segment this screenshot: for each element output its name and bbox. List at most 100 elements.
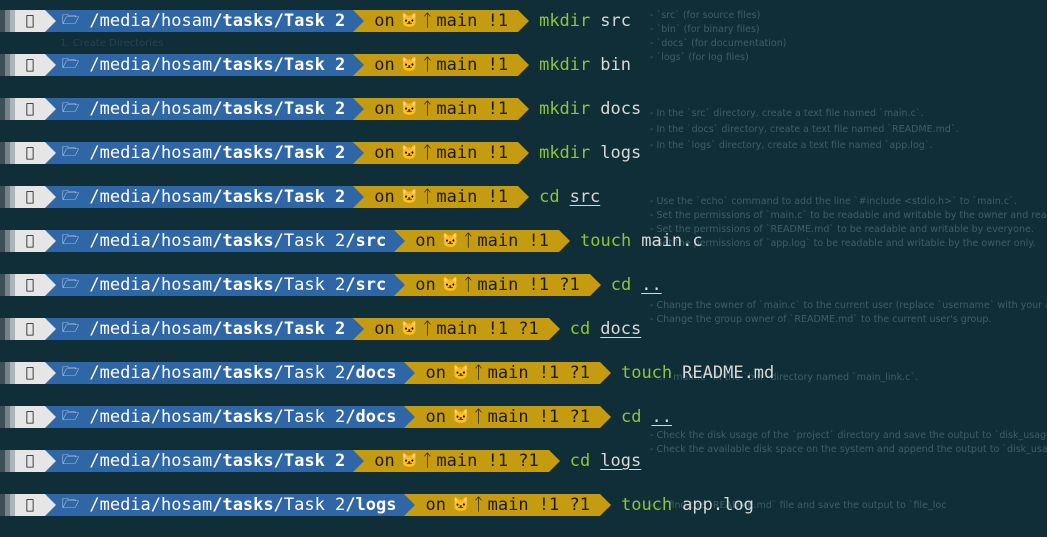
background-note-line: - In the `src` directory, create a text … xyxy=(650,108,924,119)
command-argument: docs xyxy=(600,319,642,339)
git-segment: on 🐱 ᛏ main !1 xyxy=(364,186,519,208)
path-part: /docs xyxy=(345,363,397,383)
path-part: /media xyxy=(89,363,151,383)
github-icon: 🐱 xyxy=(441,233,460,249)
separator-arrow xyxy=(45,186,56,208)
github-icon: 🐱 xyxy=(400,101,419,117)
path-segment: 🗁 /media/hosam/tasks/Task 2 xyxy=(56,318,354,340)
git-prefix: on xyxy=(374,187,395,207)
background-note-line: - Set the permissions of `main.c` to be … xyxy=(650,210,1047,221)
git-status: main !1 xyxy=(436,55,509,75)
separator-arrow xyxy=(518,54,530,76)
separator-arrow xyxy=(548,450,560,472)
command-argument: logs xyxy=(600,451,642,471)
background-note-line: - Check the disk usage of the `project` … xyxy=(650,430,1047,441)
path-part: /Task 2 xyxy=(273,11,346,31)
git-segment: on 🐱 ᛏ main !1 ?1 xyxy=(415,494,600,516)
background-notes: - `src` (for source files) - `bin` (for b… xyxy=(640,0,1047,537)
git-branch-icon: ᛏ xyxy=(422,99,433,119)
git-branch-icon: ᛏ xyxy=(463,275,474,295)
folder-icon: 🗁 xyxy=(62,100,80,116)
folder-icon: 🗁 xyxy=(62,320,80,336)
separator-arrow xyxy=(353,186,365,208)
path-part: /media xyxy=(89,495,151,515)
path-part: /media xyxy=(89,407,151,427)
command-argument: src xyxy=(600,11,631,31)
path-segment: 🗁 /media/hosam/tasks/Task 2/docs xyxy=(56,406,405,428)
git-status: main !1 ?1 xyxy=(487,363,590,383)
command: cd xyxy=(569,451,591,471)
path-part: /hosam xyxy=(150,495,213,515)
path-part: /tasks xyxy=(212,363,274,383)
command: touch xyxy=(620,363,673,383)
folder-icon: 🗁 xyxy=(62,276,80,292)
separator-arrow xyxy=(394,274,406,296)
git-prefix: on xyxy=(374,11,395,31)
path-segment: 🗁 /media/hosam/tasks/Task 2 xyxy=(56,54,354,76)
path-part: /Task 2 xyxy=(273,187,346,207)
git-segment: on 🐱 ᛏ main !1 ?1 xyxy=(364,318,549,340)
separator-arrow xyxy=(353,318,365,340)
github-icon: 🐱 xyxy=(400,57,419,73)
separator-arrow xyxy=(518,186,530,208)
path-part: /Task 2 xyxy=(273,275,346,295)
path-part: /Task 2 xyxy=(273,231,346,251)
command: cd xyxy=(569,319,591,339)
command-argument: README.md xyxy=(682,363,775,383)
path-segment: 🗁 /media/hosam/tasks/Task 2 xyxy=(56,186,354,208)
path-part: /media xyxy=(89,11,151,31)
background-note-line: - Change the owner of `main.c` to the cu… xyxy=(650,300,1047,311)
path-part: /hosam xyxy=(150,11,213,31)
git-status: main !1 xyxy=(436,143,509,163)
git-segment: on 🐱 ᛏ main !1 ?1 xyxy=(364,450,549,472)
github-icon: 🐱 xyxy=(441,277,460,293)
apple-icon:  xyxy=(15,362,45,384)
separator-arrow xyxy=(404,362,416,384)
path-segment: 🗁 /media/hosam/tasks/Task 2/src xyxy=(56,274,395,296)
path-part: /media xyxy=(89,275,151,295)
path-part: /docs xyxy=(345,407,397,427)
background-note-line: - `logs` (for log files) xyxy=(650,52,749,63)
git-prefix: on xyxy=(374,55,395,75)
separator-arrow xyxy=(45,54,56,76)
separator-arrow xyxy=(45,230,56,252)
git-branch-icon: ᛏ xyxy=(463,231,474,251)
git-segment: on 🐱 ᛏ main !1 ?1 xyxy=(405,274,590,296)
git-status: main !1 ?1 xyxy=(487,495,590,515)
background-note-line: - Check the available disk space on the … xyxy=(650,444,1047,455)
git-prefix: on xyxy=(425,407,446,427)
command: touch xyxy=(620,495,673,515)
path-part: /src xyxy=(345,231,387,251)
separator-arrow xyxy=(518,10,530,32)
apple-icon:  xyxy=(15,142,45,164)
command-argument: .. xyxy=(641,275,662,295)
path-part: /Task 2 xyxy=(273,143,346,163)
path-part: /hosam xyxy=(150,99,213,119)
git-status: main !1 ?1 xyxy=(436,451,539,471)
separator-arrow xyxy=(45,98,56,120)
apple-icon:  xyxy=(15,230,45,252)
path-segment: 🗁 /media/hosam/tasks/Task 2 xyxy=(56,450,354,472)
github-icon: 🐱 xyxy=(400,13,419,29)
git-segment: on 🐱 ᛏ main !1 ?1 xyxy=(415,406,600,428)
path-part: /hosam xyxy=(150,407,213,427)
background-note-line: - Use the `echo` command to add the line… xyxy=(650,196,1017,207)
command: cd xyxy=(620,407,642,427)
prompt-line:  🗁 /media/hosam/tasks/Task 2 on 🐱ᛏmain !1 ?… xyxy=(0,450,641,472)
path-part: /Task 2 xyxy=(273,99,346,119)
git-status: main !1 ?1 xyxy=(477,275,580,295)
command-argument: bin xyxy=(600,55,631,75)
git-segment: on 🐱 ᛏ main !1 xyxy=(364,54,519,76)
path-part: /hosam xyxy=(150,231,213,251)
apple-icon:  xyxy=(15,406,45,428)
path-part: /tasks xyxy=(212,231,274,251)
git-prefix: on xyxy=(374,319,395,339)
command: touch xyxy=(580,231,632,251)
separator-arrow xyxy=(404,494,416,516)
git-segment: on 🐱 ᛏ main !1 xyxy=(364,142,519,164)
path-part: /tasks xyxy=(212,187,274,207)
path-part: /Task 2 xyxy=(273,319,346,339)
git-prefix: on xyxy=(415,231,436,251)
prompt-line:  🗁 /media/hosam/tasks/Task 2 on 🐱ᛏmain !1 mk… xyxy=(0,10,631,32)
apple-icon:  xyxy=(15,98,45,120)
